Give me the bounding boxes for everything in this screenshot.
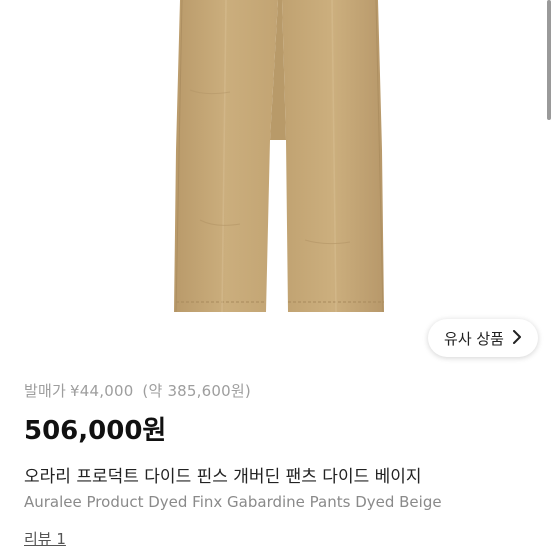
product-info: 발매가 ¥44,000 (약 385,600원) 506,000원 오라리 프로덕… bbox=[24, 380, 530, 550]
similar-products-button[interactable]: 유사 상품 bbox=[428, 319, 538, 357]
reviews-link[interactable]: 리뷰 1 bbox=[24, 528, 66, 550]
release-price-value: ¥44,000 bbox=[70, 382, 134, 400]
similar-products-label: 유사 상품 bbox=[444, 329, 504, 348]
release-price-label: 발매가 bbox=[24, 382, 67, 400]
product-detail-page: 유사 상품 발매가 ¥44,000 (약 385,600원) 506,000원 오… bbox=[0, 0, 554, 554]
current-price: 506,000원 bbox=[24, 416, 167, 446]
release-price: 발매가 ¥44,000 (약 385,600원) bbox=[24, 380, 530, 402]
product-title-en: Auralee Product Dyed Finx Gabardine Pant… bbox=[24, 493, 442, 511]
pants-illustration bbox=[174, 0, 384, 313]
chevron-right-icon bbox=[512, 329, 522, 347]
product-title-ko: 오라리 프로덕트 다이드 핀스 개버딘 팬츠 다이드 베이지 bbox=[24, 467, 422, 487]
product-image[interactable] bbox=[0, 0, 554, 370]
converted-price: (약 385,600원) bbox=[142, 382, 251, 400]
scrollbar[interactable] bbox=[547, 0, 551, 120]
